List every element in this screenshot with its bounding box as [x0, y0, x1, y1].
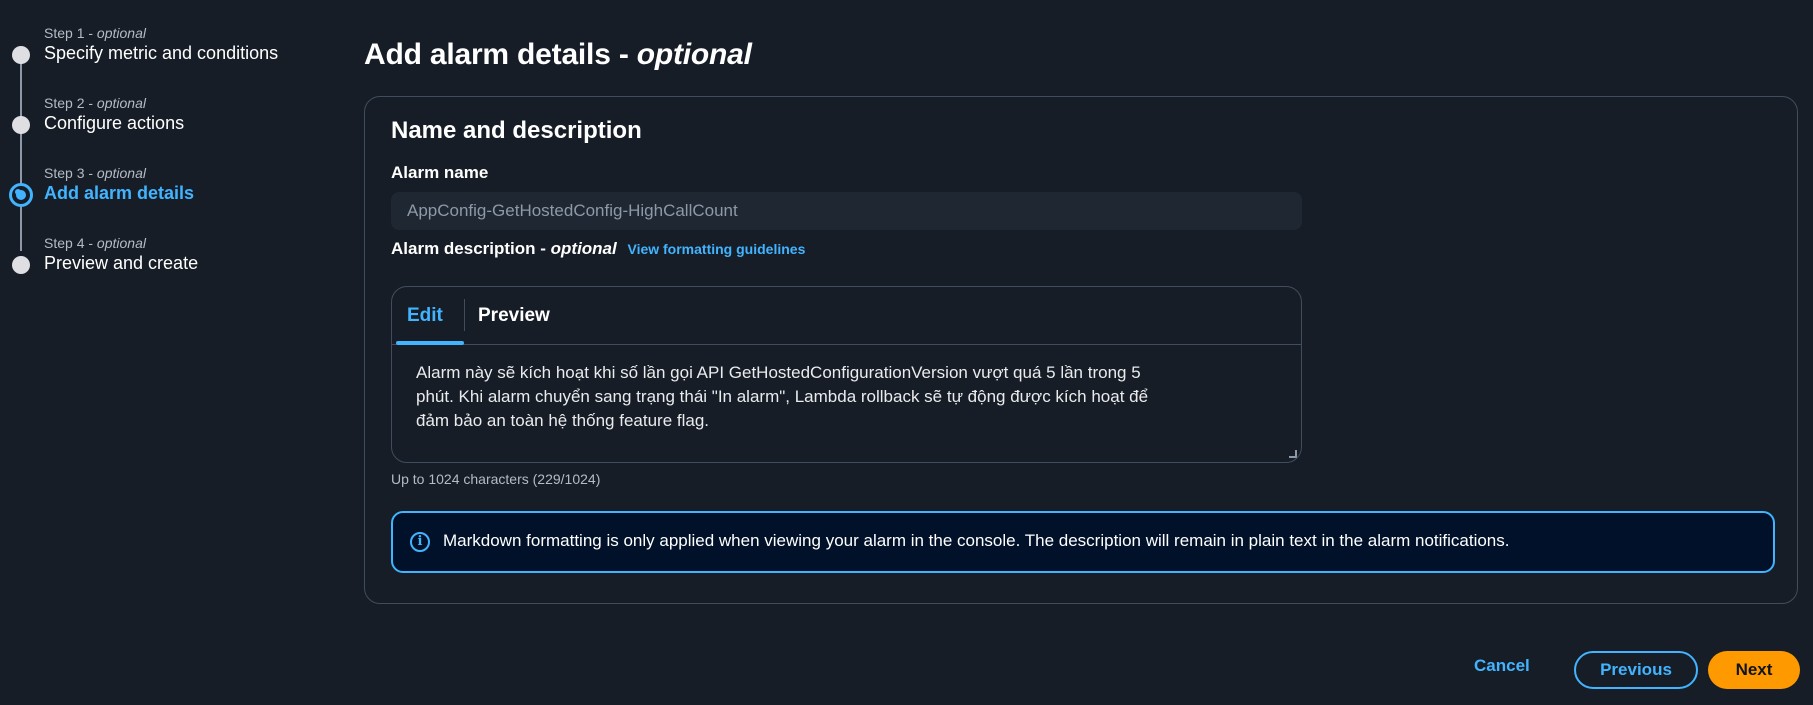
previous-button[interactable]: Previous: [1574, 651, 1698, 689]
step-3-title: Add alarm details: [44, 183, 195, 203]
wizard-step-4[interactable]: Step 4 - optional Preview and create: [0, 232, 340, 292]
alarm-name-input[interactable]: [391, 192, 1302, 230]
step-2-kicker: Step 2 - optional: [44, 95, 146, 111]
editor-tabs: Edit Preview: [392, 287, 1301, 345]
wizard-step-1[interactable]: Step 1 - optional Specify metric and con…: [0, 22, 340, 82]
active-tab-indicator: [396, 341, 464, 345]
step-2-title[interactable]: Configure actions: [44, 113, 184, 134]
info-alert: i Markdown formatting is only applied wh…: [391, 511, 1775, 573]
description-editor: Edit Preview Alarm này sẽ kích hoạt khi …: [391, 286, 1302, 463]
resize-handle-icon[interactable]: [1289, 450, 1297, 458]
wizard-step-2[interactable]: Step 2 - optional Configure actions: [0, 92, 340, 152]
alarm-description-textarea[interactable]: Alarm này sẽ kích hoạt khi số lần gọi AP…: [416, 361, 1176, 433]
wizard-step-3[interactable]: Step 3 - optional Add alarm details: [0, 162, 340, 222]
cancel-button[interactable]: Cancel: [1474, 656, 1530, 676]
step-3-kicker: Step 3 - optional: [44, 165, 146, 181]
step-2-dot-icon: [12, 116, 30, 134]
tab-preview[interactable]: Preview: [478, 287, 550, 345]
step-4-dot-icon: [12, 256, 30, 274]
step-1-kicker: Step 1 - optional: [44, 25, 146, 41]
create-alarm-wizard: Step 1 - optional Specify metric and con…: [0, 0, 1813, 705]
info-icon: i: [410, 532, 430, 552]
step-4-kicker: Step 4 - optional: [44, 235, 146, 251]
step-3-active-dot-icon: [9, 183, 33, 207]
view-formatting-guidelines-link[interactable]: View formatting guidelines: [627, 241, 805, 257]
step-4-title[interactable]: Preview and create: [44, 253, 198, 274]
alarm-name-label: Alarm name: [391, 163, 489, 182]
next-button[interactable]: Next: [1708, 651, 1800, 689]
section-title: Name and description: [391, 117, 642, 144]
step-1-title[interactable]: Specify metric and conditions: [44, 43, 278, 64]
page-title: Add alarm details - optional: [364, 38, 752, 71]
wizard-steps-nav: Step 1 - optional Specify metric and con…: [0, 0, 340, 705]
step-1-dot-icon: [12, 46, 30, 64]
info-alert-text: Markdown formatting is only applied when…: [443, 531, 1510, 550]
alarm-description-label: Alarm description - optional View format…: [391, 239, 806, 258]
character-count: Up to 1024 characters (229/1024): [391, 471, 601, 487]
name-and-description-container: Name and description Alarm name Alarm de…: [364, 96, 1798, 604]
tab-edit[interactable]: Edit: [407, 287, 443, 345]
tab-divider: [464, 299, 465, 331]
